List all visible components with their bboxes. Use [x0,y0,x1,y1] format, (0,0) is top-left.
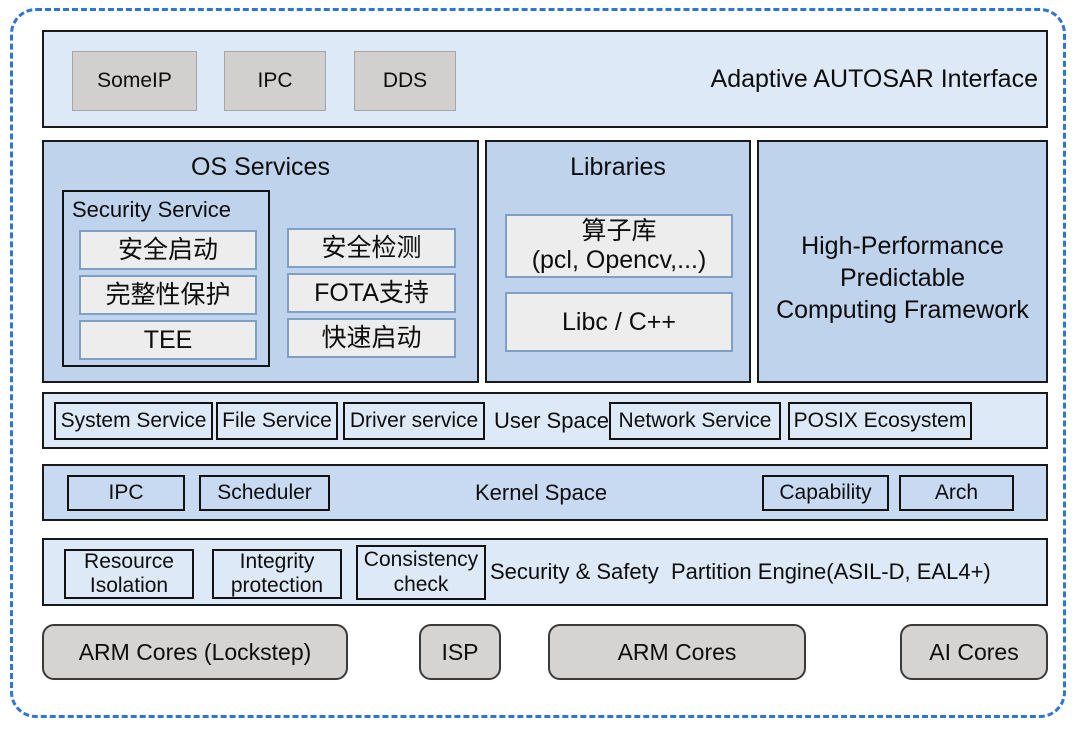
libraries-section: Libraries 算子库 (pcl, Opencv,...) Libc / C… [485,140,751,383]
kernel-space-item-scheduler[interactable]: Scheduler [199,475,330,511]
libraries-title: Libraries [570,153,666,181]
chip-label: System Service [60,408,207,432]
chip-label: 算子库 (pcl, Opencv,...) [531,217,707,274]
os-services-title: OS Services [191,153,330,181]
kernel-space-label: Kernel Space [475,479,608,505]
os-services-section: OS Services Security Service 安全启动 完整性保护 … [42,140,479,383]
chip-label: ISP [441,638,479,665]
chip-label: 快速启动 [321,323,422,352]
adaptive-autosar-interface-label: Adaptive AUTOSAR Interface [711,32,1038,126]
computing-framework-label: High-Performance Predictable Computing F… [776,231,1029,324]
chip-label: AI Cores [929,638,1019,665]
kernel-space-item-capability[interactable]: Capability [762,475,889,511]
hardware-block-arm-cores-lockstep[interactable]: ARM Cores (Lockstep) [42,624,348,680]
chip-label: IPC [108,480,144,504]
chip-label: POSIX Ecosystem [793,408,967,432]
hardware-block-arm-cores[interactable]: ARM Cores [548,624,806,680]
security-service-box: Security Service 安全启动 完整性保护 TEE [62,190,270,367]
chip-label: Arch [934,480,979,504]
user-space-layer: System Service File Service Driver servi… [42,392,1048,449]
os-service-item-fota-support[interactable]: FOTA支持 [287,273,456,313]
safety-item-integrity-protection[interactable]: Integrity protection [212,549,342,599]
library-item-libc-cpp[interactable]: Libc / C++ [505,292,733,352]
chip-label: Capability [779,480,872,504]
os-service-item-security-detection[interactable]: 安全检测 [287,228,456,268]
protocol-chip-label: SomeIP [97,68,172,92]
layer-title-text: Adaptive AUTOSAR Interface [710,64,1038,93]
library-item-operator-library[interactable]: 算子库 (pcl, Opencv,...) [505,214,733,278]
architecture-diagram: SomeIP IPC DDS Adaptive AUTOSAR Interfac… [0,0,1080,733]
chip-label: Integrity protection [230,549,324,597]
security-item-integrity-protection[interactable]: 完整性保护 [79,275,257,315]
computing-framework-section: High-Performance Predictable Computing F… [757,140,1048,383]
safety-item-resource-isolation[interactable]: Resource Isolation [64,549,194,599]
user-space-item-driver-service[interactable]: Driver service [343,402,485,440]
security-safety-partition-label: Security & Safety Partition Engine(ASIL-… [490,559,991,584]
chip-label: File Service [222,408,332,432]
security-safety-partition-layer: Resource Isolation Integrity protection … [42,538,1048,606]
hardware-block-isp[interactable]: ISP [419,624,501,680]
chip-label: Driver service [349,408,479,432]
chip-label: ARM Cores [617,638,737,665]
chip-label: ARM Cores (Lockstep) [78,638,312,665]
protocol-chip-ipc[interactable]: IPC [224,51,326,111]
chip-label: 安全启动 [117,235,218,264]
chip-label: 安全检测 [321,233,422,262]
chip-label: TEE [143,325,193,354]
chip-label: Network Service [618,408,772,432]
chip-label: Resource Isolation [84,549,174,597]
protocol-chip-dds[interactable]: DDS [354,51,456,111]
hardware-layer: ARM Cores (Lockstep) ISP ARM Cores AI Co… [42,624,1048,686]
chip-label: FOTA支持 [314,278,429,307]
security-item-secure-boot[interactable]: 安全启动 [79,230,257,270]
user-space-item-file-service[interactable]: File Service [216,402,338,440]
chip-label: Scheduler [217,480,312,504]
chip-label: Consistency check [363,548,479,596]
protocol-chip-label: DDS [382,68,428,92]
kernel-space-item-arch[interactable]: Arch [899,475,1014,511]
adaptive-autosar-interface-layer: SomeIP IPC DDS Adaptive AUTOSAR Interfac… [42,30,1048,128]
chip-label: 完整性保护 [105,280,231,309]
protocol-chip-someip[interactable]: SomeIP [72,51,197,111]
user-space-item-posix-ecosystem[interactable]: POSIX Ecosystem [788,402,972,440]
user-space-label: User Space [494,407,609,433]
hardware-block-ai-cores[interactable]: AI Cores [900,624,1048,680]
security-item-tee[interactable]: TEE [79,320,257,360]
os-service-item-fast-boot[interactable]: 快速启动 [287,318,456,358]
kernel-space-item-ipc[interactable]: IPC [67,475,185,511]
safety-item-consistency-check[interactable]: Consistency check [356,545,486,600]
protocol-chip-label: IPC [257,68,293,92]
kernel-space-layer: IPC Scheduler Kernel Space Capability Ar… [42,464,1048,521]
user-space-item-network-service[interactable]: Network Service [609,402,781,440]
user-space-item-system-service[interactable]: System Service [54,402,213,440]
security-service-title: Security Service [72,197,231,222]
chip-label: Libc / C++ [562,307,676,336]
